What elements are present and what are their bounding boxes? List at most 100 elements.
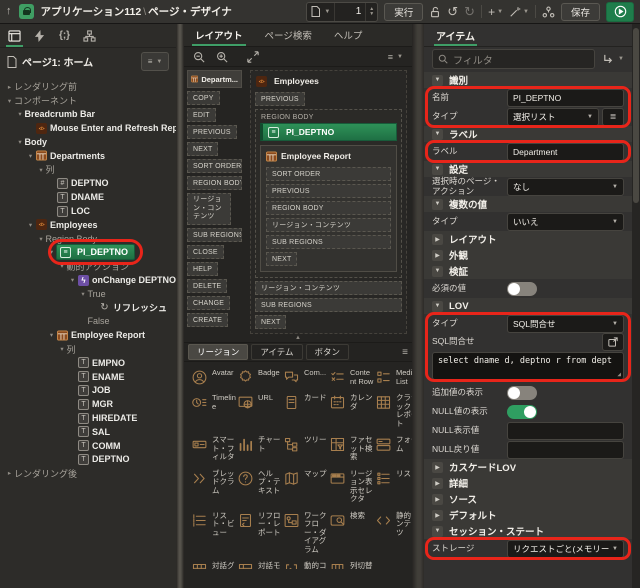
slot-リージョン・コンテンツ[interactable]: リージョン・コンテンツ	[255, 281, 402, 295]
タイプ-select[interactable]: 選択リスト ▼	[507, 107, 599, 126]
gallery-item-dynamic-content[interactable]: 動的コンテンツ	[283, 561, 328, 569]
slot-sub-regions[interactable]: SUB REGIONS	[266, 235, 391, 249]
slot-previous[interactable]: PREVIOUS	[255, 92, 305, 106]
gallery-item-reflow-report[interactable]: リフロー・レポート	[237, 511, 282, 555]
section-header-lov[interactable]: ▼ LOV	[424, 298, 632, 314]
ラベル-input[interactable]: Department	[507, 142, 624, 161]
gallery-tab-リージョン[interactable]: リージョン	[188, 344, 249, 360]
slot-edit[interactable]: EDIT	[187, 108, 216, 122]
employees-region-header[interactable]: </> Employees	[255, 73, 402, 89]
必須の値-toggle[interactable]	[507, 281, 537, 296]
tree-item-pi-deptno[interactable]: ▾ ≡ PI_DEPTNO	[0, 239, 176, 266]
tree-item-breadcrumb-bar[interactable]: ▾ Breadcrumb Bar	[0, 108, 176, 122]
create-plus-icon[interactable]: + ▼	[488, 6, 503, 18]
slot-region-body[interactable]: REGION BODY	[187, 176, 242, 190]
gallery-item-classic-report[interactable]: クラシック・レポート	[375, 393, 412, 428]
chevron-right-icon[interactable]: ▶	[432, 249, 443, 261]
tree-item-onchange-deptno[interactable]: ▾ ϟ onChange DEPTNO	[0, 273, 176, 287]
tree-item-dname[interactable]: T DNAME	[0, 190, 176, 204]
chevron-down-icon[interactable]: ▼	[432, 265, 443, 277]
gallery-item-map[interactable]: マップ	[283, 469, 328, 504]
chevron-down-icon[interactable]: ▼	[432, 163, 443, 175]
layout-menu-icon[interactable]: ≡ ▼	[388, 52, 403, 62]
tree-item-リフレッシュ[interactable]: ↻ リフレッシュ	[0, 301, 176, 315]
gallery-item-timeline[interactable]: Timeline	[191, 393, 236, 428]
gallery-item-form[interactable]: フォーム	[375, 435, 412, 462]
selected-tree-item[interactable]: ≡ PI_DEPTNO	[47, 239, 144, 266]
section-header-セッション・ステート[interactable]: ▼ セッション・ステート	[424, 523, 632, 539]
tree-item-ename[interactable]: T ENAME	[0, 370, 176, 384]
slot-help[interactable]: HELP	[187, 261, 219, 276]
gallery-item-workflow-diagram[interactable]: ワークフロー・ダイアグラム	[283, 511, 328, 555]
gallery-tab-ボタン[interactable]: ボタン	[305, 344, 350, 360]
slot-delete[interactable]: DELETE	[187, 278, 228, 293]
slot-sort-order[interactable]: SORT ORDER	[266, 167, 391, 181]
chevron-down-icon[interactable]: ▼	[432, 198, 443, 210]
slot-copy[interactable]: COPY	[187, 91, 220, 105]
tree-item-動的アクション[interactable]: ▾ 動的アクション	[0, 259, 176, 273]
section-header-識別[interactable]: ▼ 識別	[424, 72, 632, 88]
chevron-down-icon[interactable]: ▼	[432, 128, 443, 140]
tree-item-empno[interactable]: T EMPNO	[0, 356, 176, 370]
redo-icon[interactable]: ↻	[464, 5, 475, 18]
up-arrow-icon[interactable]: ↑	[6, 6, 12, 17]
tree-menu-button[interactable]: ≡ ▼	[141, 52, 169, 71]
選択時のページ・アクション-select[interactable]: なし ▼	[507, 177, 624, 196]
slot-previous[interactable]: PREVIOUS	[266, 184, 391, 198]
sql-query-editor[interactable]: select dname d, deptno r from dept ◢	[432, 352, 624, 380]
section-header-ラベル[interactable]: ▼ ラベル	[424, 126, 632, 142]
section-header-レイアウト[interactable]: ▶ レイアウト	[424, 231, 632, 247]
undo-icon[interactable]: ↺	[447, 5, 458, 18]
gallery-item-tree[interactable]: ツリー	[283, 435, 328, 462]
chevron-right-icon[interactable]: ▶	[432, 493, 443, 505]
tree-item-列[interactable]: ▾ 列	[0, 342, 176, 356]
tree-item-loc[interactable]: T LOC	[0, 204, 176, 218]
collapse-handle[interactable]: ▲	[295, 335, 301, 341]
tree-item-レンダリング後[interactable]: ▸ レンダリング後	[0, 466, 176, 480]
タイプ-select[interactable]: いいえ ▼	[507, 212, 624, 231]
slot-next[interactable]: NEXT	[266, 252, 298, 266]
chevron-down-icon[interactable]: ▼	[432, 74, 443, 86]
slot-change[interactable]: CHANGE	[187, 295, 231, 310]
ストレージ-select[interactable]: リクエストごと(メモリーのみ)▼	[507, 539, 624, 558]
section-header-デフォルト[interactable]: ▶ デフォルト	[424, 507, 632, 523]
gallery-item-help-text[interactable]: ヘルプ・テキスト	[237, 469, 282, 504]
gallery-item-region-display-selector[interactable]: リージョン表示セレクタ	[329, 469, 374, 504]
tree-item-hiredate[interactable]: T HIREDATE	[0, 411, 176, 425]
application-icon[interactable]	[18, 4, 34, 19]
gallery-tab-アイテム[interactable]: アイテム	[251, 344, 303, 360]
save-button[interactable]: 保存	[560, 2, 600, 21]
tab-item[interactable]: アイテム	[434, 24, 477, 46]
section-header-外観[interactable]: ▶ 外観	[424, 247, 632, 263]
departments-region[interactable]: Departm... COPY EDIT PREVIOUS NEXT SORT ORDE…	[187, 70, 242, 327]
slot-リージョン・コンテンツ[interactable]: リージョン・コンテンツ	[266, 218, 391, 232]
gallery-item-media-list[interactable]: Media List	[375, 368, 412, 386]
run-button[interactable]: 実行	[384, 2, 424, 21]
slot-region-body[interactable]: REGION BODY	[266, 201, 391, 215]
gallery-item-list-view[interactable]: リスト・ビュー	[191, 511, 236, 555]
departments-region-header[interactable]: Departm...	[187, 70, 242, 88]
tree-item-deptno[interactable]: # DEPTNO	[0, 177, 176, 191]
null値の表示-toggle[interactable]	[507, 404, 537, 419]
section-header-ソース[interactable]: ▶ ソース	[424, 491, 632, 507]
employees-region[interactable]: </> Employees PREVIOUS REGION BODY ≡ PI_…	[250, 70, 407, 334]
zoom-out-icon[interactable]	[193, 51, 205, 63]
zoom-in-icon[interactable]	[216, 51, 228, 63]
resize-grip-icon[interactable]: ◢	[617, 371, 621, 378]
tree-item-false[interactable]: False	[0, 315, 176, 329]
gallery-item-breadcrumb[interactable]: ブレッドクラム	[191, 469, 236, 504]
tab-processing[interactable]: {;}	[52, 24, 77, 47]
slot-create[interactable]: CREATE	[187, 312, 229, 327]
selected-item-pi-deptno[interactable]: ≡ PI_DEPTNO	[260, 123, 397, 141]
gallery-item-smart-filter[interactable]: スマート・フィルタ	[191, 435, 236, 462]
chevron-right-icon[interactable]: ▶	[432, 509, 443, 521]
gallery-item-comments[interactable]: Com...	[283, 368, 328, 386]
left-splitter[interactable]	[176, 24, 184, 588]
tab-ヘルプ[interactable]: ヘルプ	[323, 24, 374, 46]
tree-item-mouse-enter-and-refresh-report[interactable]: </>Mouse Enter and Refresh Report	[0, 121, 176, 135]
go-to-group-icon[interactable]: ▼	[602, 53, 624, 65]
slot-next[interactable]: NEXT	[187, 142, 219, 156]
slot-previous[interactable]: PREVIOUS	[187, 125, 237, 139]
null戻り値-input[interactable]	[507, 440, 624, 459]
slot-sub-regions[interactable]: SUB REGIONS	[255, 298, 402, 312]
